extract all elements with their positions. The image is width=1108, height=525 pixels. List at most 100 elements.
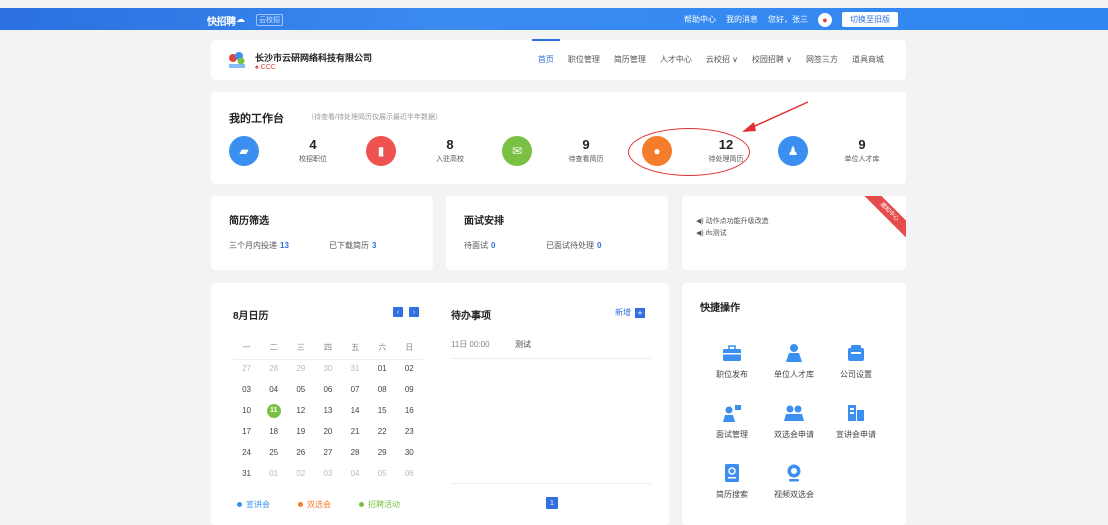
calendar-day[interactable]: 24	[233, 448, 260, 457]
resume-search-icon	[725, 464, 739, 482]
calendar-day[interactable]: 02	[287, 469, 314, 478]
calendar-day[interactable]: 28	[260, 364, 287, 373]
quick-interview-manage[interactable]: 面试管理	[702, 403, 762, 440]
person-icon: ♟	[778, 136, 808, 166]
calendar-day[interactable]: 01	[369, 364, 396, 373]
pending-interviews[interactable]: 待面试 0	[464, 240, 495, 251]
calendar-day[interactable]: 03	[314, 469, 341, 478]
calendar-day[interactable]: 30	[314, 364, 341, 373]
quick-video-job-fair[interactable]: 视频双选会	[764, 463, 824, 500]
stat-label: 待查看简历	[568, 156, 604, 163]
nav-resumes[interactable]: 简历管理	[614, 54, 646, 65]
calendar-day[interactable]: 05	[287, 385, 314, 394]
quick-post-job[interactable]: 职位发布	[702, 343, 762, 380]
calendar-day[interactable]: 04	[260, 385, 287, 394]
list-item[interactable]: 11日 00:00 测试	[451, 337, 651, 359]
calendar-day[interactable]: 10	[233, 406, 260, 415]
stat-value: 9	[858, 137, 866, 152]
calendar-day[interactable]: 31	[233, 469, 260, 478]
calendar-day[interactable]: 07	[342, 385, 369, 394]
user-greeting[interactable]: 您好，张三	[768, 14, 808, 25]
stat-universities[interactable]: ▮ 8 入驻高校	[366, 136, 486, 170]
calendar-day[interactable]: 06	[314, 385, 341, 394]
nav-talent[interactable]: 人才中心	[660, 54, 692, 65]
nav-home[interactable]: 首页	[531, 39, 560, 65]
calendar-day[interactable]: 23	[396, 427, 423, 436]
quick-job-fair-apply[interactable]: 双选会申请	[764, 403, 824, 440]
calendar-day[interactable]: 27	[233, 364, 260, 373]
camera-icon	[787, 464, 801, 482]
nav-cloud-campus[interactable]: 云校招 ∨	[706, 54, 738, 65]
recent-deliveries[interactable]: 三个月内投递 13	[229, 240, 289, 251]
quick-company-settings[interactable]: 公司设置	[826, 343, 886, 380]
nav-tripartite[interactable]: 网签三方	[806, 54, 838, 65]
sub-brand-logo[interactable]: 云校招	[256, 14, 283, 26]
calendar-day[interactable]: 05	[369, 469, 396, 478]
downloaded-resumes[interactable]: 已下载简历 3	[329, 240, 376, 251]
calendar-day[interactable]: 13	[314, 406, 341, 415]
calendar-day[interactable]: 17	[233, 427, 260, 436]
top-bar: 快招聘 ☁ 云校招 帮助中心 我的消息 您好，张三 ● 切换至旧版	[0, 8, 1108, 30]
calendar-day[interactable]: 31	[342, 364, 369, 373]
quick-label: 职位发布	[716, 370, 748, 379]
building-icon	[848, 405, 864, 421]
brand-logo[interactable]: 快招聘	[207, 13, 236, 28]
calendar-day[interactable]: 19	[287, 427, 314, 436]
notice-center-ribbon[interactable]: 通知中心	[860, 196, 906, 241]
todo-divider	[451, 483, 651, 484]
quick-seminar-apply[interactable]: 宣讲会申请	[826, 403, 886, 440]
calendar-day[interactable]: 21	[342, 427, 369, 436]
calendar-day[interactable]: 29	[287, 364, 314, 373]
calendar-day[interactable]: 27	[314, 448, 341, 457]
calendar-day[interactable]: 25	[260, 448, 287, 457]
quick-label: 视频双选会	[774, 490, 814, 499]
calendar-day[interactable]: 20	[314, 427, 341, 436]
weekday-header: 二	[269, 343, 278, 352]
notice-item[interactable]: ◀) 动作点功能升级改造	[696, 216, 769, 226]
calendar-day[interactable]: 30	[396, 448, 423, 457]
calendar-day[interactable]: 08	[369, 385, 396, 394]
calendar-day[interactable]: 02	[396, 364, 423, 373]
calendar-day[interactable]: 12	[287, 406, 314, 415]
calendar-day[interactable]: 18	[260, 427, 287, 436]
calendar-day[interactable]: 03	[233, 385, 260, 394]
calendar-day[interactable]: 11	[260, 403, 287, 418]
calendar-day[interactable]: 29	[369, 448, 396, 457]
help-link[interactable]: 帮助中心	[684, 14, 716, 25]
quick-talent-pool[interactable]: 单位人才库	[764, 343, 824, 380]
quick-label: 公司设置	[840, 370, 872, 379]
calendar-day[interactable]: 28	[342, 448, 369, 457]
calendar-day[interactable]: 06	[396, 469, 423, 478]
annotation-circle	[628, 128, 750, 176]
calendar-day[interactable]: 14	[342, 406, 369, 415]
nav-jobs[interactable]: 职位管理	[568, 54, 600, 65]
interviewed-pending[interactable]: 已面试待处理 0	[546, 240, 601, 251]
calendar-day[interactable]: 26	[287, 448, 314, 457]
notice-item[interactable]: ◀) ifs测试	[696, 228, 727, 238]
nav-campus-recruit[interactable]: 校园招聘 ∨	[752, 54, 792, 65]
stat-talent-pool[interactable]: ♟ 9 单位人才库	[778, 136, 898, 170]
annotation-arrow-icon	[742, 101, 809, 132]
quick-actions-card: 快捷操作 职位发布 单位人才库 公司设置 面试管理 双选会申请 宣讲会申请 简历…	[682, 283, 906, 525]
avatar[interactable]: ●	[818, 12, 832, 27]
company-sub: ♠ CCC	[255, 64, 276, 71]
calendar-day[interactable]: 22	[369, 427, 396, 436]
nav-shop[interactable]: 道具商城	[852, 54, 884, 65]
next-month-icon[interactable]: ›	[409, 307, 419, 317]
calendar-day[interactable]: 04	[342, 469, 369, 478]
switch-old-version-button[interactable]: 切换至旧版	[842, 12, 898, 27]
add-todo-button[interactable]: 新增 +	[615, 307, 645, 318]
legend-item: 宣讲会	[237, 499, 270, 510]
calendar-week: 27 28 29 30 31 01 02	[233, 358, 423, 379]
prev-month-icon[interactable]: ‹	[393, 307, 403, 317]
calendar-day[interactable]: 16	[396, 406, 423, 415]
pagination-page[interactable]: 1	[546, 497, 558, 509]
stat-unviewed-resumes[interactable]: ✉ 9 待查看简历	[502, 136, 622, 170]
stat-campus-jobs[interactable]: ▰ 4 校招职位	[229, 136, 349, 170]
quick-resume-search[interactable]: 简历搜索	[702, 463, 762, 500]
calendar-day[interactable]: 01	[260, 469, 287, 478]
messages-link[interactable]: 我的消息	[726, 14, 758, 25]
calendar-day[interactable]: 15	[369, 406, 396, 415]
workbench-title: 我的工作台	[229, 113, 284, 125]
calendar-day[interactable]: 09	[396, 385, 423, 394]
